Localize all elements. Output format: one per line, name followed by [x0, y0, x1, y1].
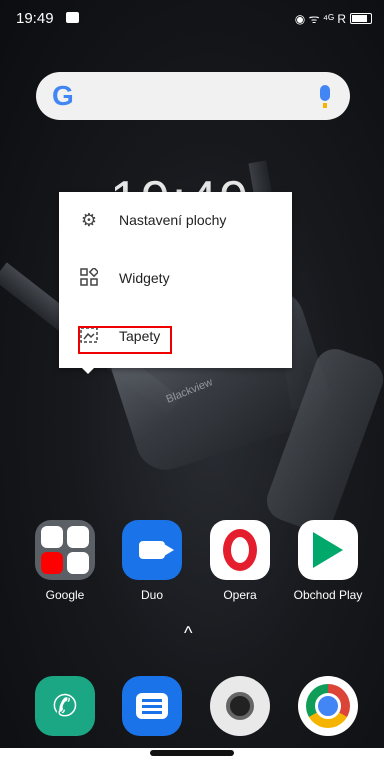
mic-icon[interactable] [320, 85, 330, 108]
app-google-folder[interactable]: Google [25, 520, 105, 602]
battery-icon [350, 13, 372, 24]
menu-item-widgets[interactable]: Widgety [59, 250, 292, 308]
home-gesture-pill[interactable] [150, 750, 234, 756]
app-label: Opera [223, 588, 257, 602]
google-search-bar[interactable]: G [36, 72, 350, 120]
app-play-store[interactable]: Obchod Play [288, 520, 368, 602]
menu-item-label: Nastavení plochy [119, 212, 227, 228]
app-label: Obchod Play [293, 588, 363, 602]
phone-icon[interactable]: ✆ [35, 676, 95, 736]
duo-icon [122, 520, 182, 580]
home-context-menu: ⚙ Nastavení plochy Widgety Tapety [59, 192, 292, 368]
signal-icons: ◉ ᯤ ⁴ᴳ R [294, 12, 346, 26]
navigation-bar [0, 748, 384, 762]
status-time: 19:49 [16, 10, 54, 27]
widgets-icon [79, 266, 100, 288]
menu-item-home-settings[interactable]: ⚙ Nastavení plochy [59, 192, 292, 250]
app-opera[interactable]: Opera [200, 520, 280, 602]
status-bar: 19:49 ◉ ᯤ ⁴ᴳ R [0, 0, 384, 36]
opera-icon [210, 520, 270, 580]
google-mini-icon [41, 526, 63, 548]
app-label: Duo [140, 588, 163, 602]
youtube-mini-icon [41, 552, 63, 574]
app-duo[interactable]: Duo [112, 520, 192, 602]
status-icons: ◉ ᯤ ⁴ᴳ R [295, 10, 372, 27]
highlight-box [78, 326, 172, 354]
camera-icon[interactable] [210, 676, 270, 736]
home-screen: 19:49 Blackview 19:49 ◉ ᯤ ⁴ᴳ R G ⚙ Nasta… [0, 0, 384, 762]
gear-icon: ⚙ [80, 210, 98, 230]
google-logo[interactable]: G [52, 80, 74, 112]
chrome-icon[interactable] [298, 676, 358, 736]
gallery-notification-icon [66, 12, 79, 23]
messages-icon[interactable] [122, 676, 182, 736]
drive-mini-icon [67, 552, 89, 574]
menu-pointer [80, 366, 96, 374]
app-label: Google [45, 588, 85, 602]
app-drawer-chevron-icon[interactable]: ^ [184, 623, 192, 644]
gmail-mini-icon [67, 526, 89, 548]
play-store-icon [298, 520, 358, 580]
google-folder-icon [35, 520, 95, 580]
menu-item-label: Widgety [119, 270, 170, 286]
